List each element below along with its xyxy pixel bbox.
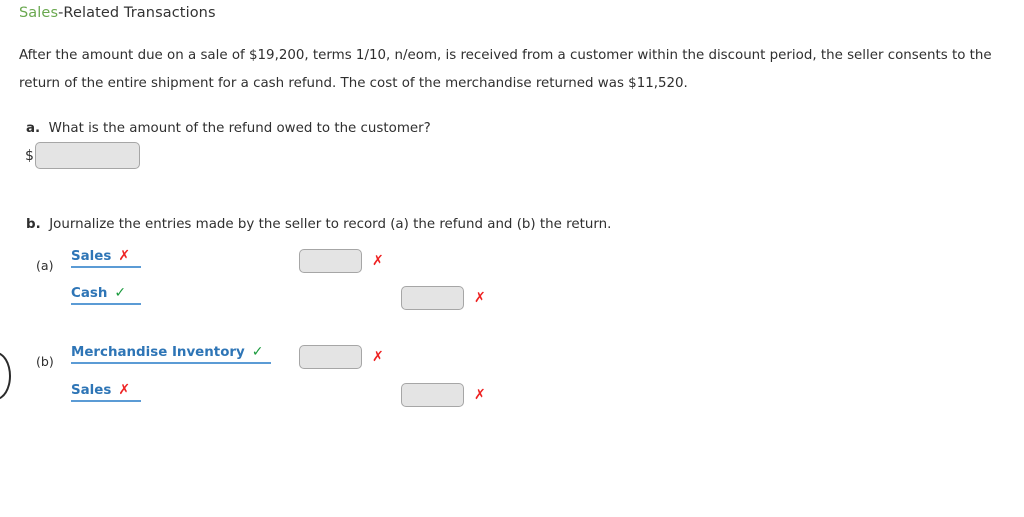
account-select-a2[interactable]: Cash ✓	[71, 286, 141, 305]
entry-marker-b: (b)	[36, 354, 54, 369]
correct-icon: ✓	[114, 285, 127, 301]
incorrect-icon: ✗	[474, 387, 486, 403]
journal-row: (b) Merchandise Inventory ✓ ✗	[0, 345, 520, 375]
page-title-accent: Sales	[19, 5, 59, 21]
correct-icon: ✓	[251, 344, 264, 360]
amount-input-a2-credit[interactable]	[401, 286, 464, 310]
account-select-b1[interactable]: Merchandise Inventory ✓	[71, 345, 271, 364]
question-a-prompt: a. What is the amount of the refund owed…	[26, 119, 431, 139]
amount-cell-a1-debit: ✗	[299, 249, 384, 273]
incorrect-icon: ✗	[118, 248, 131, 264]
question-a-answer-row: $	[25, 142, 140, 169]
question-b-marker: b.	[26, 217, 41, 232]
journal-row: Cash ✓ ✗	[0, 286, 520, 316]
incorrect-icon: ✗	[474, 290, 486, 306]
account-select-a1[interactable]: Sales ✗	[71, 249, 141, 268]
incorrect-icon: ✗	[118, 382, 131, 398]
refund-amount-input[interactable]	[34, 142, 140, 169]
question-b-text: Journalize the entries made by the selle…	[49, 217, 612, 232]
journal-row: (a) Sales ✗ ✗	[0, 249, 520, 279]
dollar-sign-icon: $	[25, 147, 34, 164]
account-name-label: Sales	[71, 249, 112, 264]
question-b-prompt: b. Journalize the entries made by the se…	[26, 215, 611, 235]
amount-input-a1-debit[interactable]	[299, 249, 362, 273]
question-a-marker: a.	[26, 121, 41, 136]
entry-marker-a: (a)	[36, 258, 54, 273]
account-name-label: Merchandise Inventory	[71, 345, 245, 360]
amount-cell-b1-debit: ✗	[299, 345, 384, 369]
amount-input-b1-debit[interactable]	[299, 345, 362, 369]
problem-statement: After the amount due on a sale of $19,20…	[19, 48, 992, 91]
journal-row: Sales ✗ ✗	[0, 383, 520, 413]
account-name-label: Cash	[71, 286, 108, 301]
account-select-b2[interactable]: Sales ✗	[71, 383, 141, 402]
amount-cell-b2-credit: ✗	[401, 383, 486, 407]
amount-input-b2-credit[interactable]	[401, 383, 464, 407]
account-name-label: Sales	[71, 383, 112, 398]
amount-cell-a2-credit: ✗	[401, 286, 486, 310]
question-a-text: What is the amount of the refund owed to…	[48, 121, 431, 136]
incorrect-icon: ✗	[372, 253, 384, 269]
incorrect-icon: ✗	[372, 349, 384, 365]
page-title: Sales-Related Transactions	[19, 5, 216, 21]
page-title-rest: -Related Transactions	[58, 5, 216, 21]
